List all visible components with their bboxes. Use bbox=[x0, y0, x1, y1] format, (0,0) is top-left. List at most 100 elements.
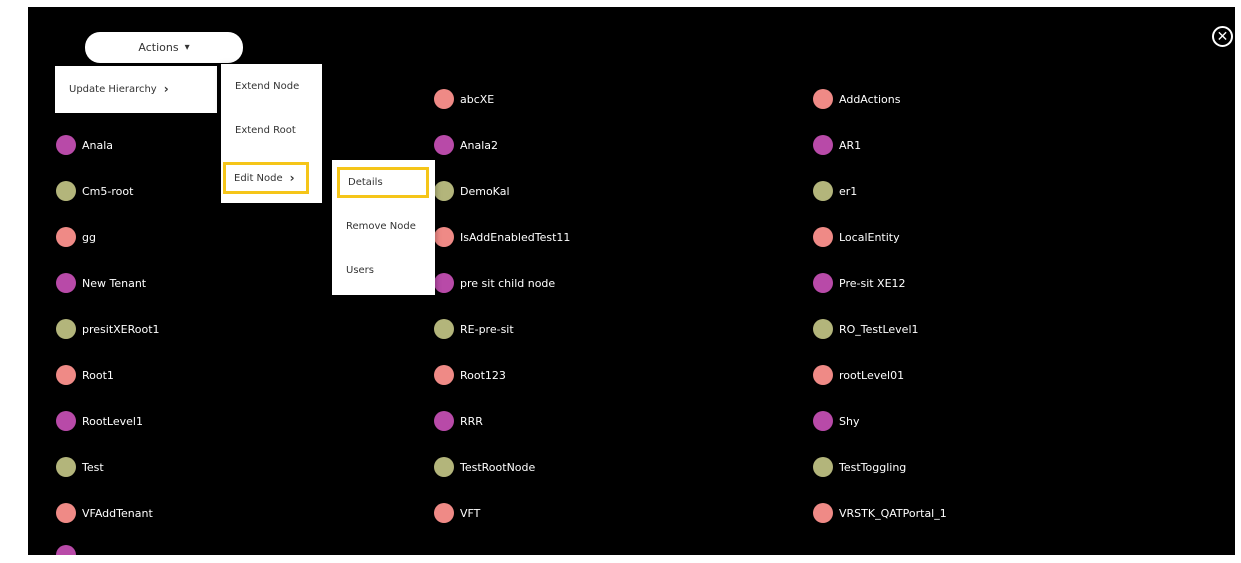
node-item[interactable]: Cm5-root bbox=[56, 181, 133, 201]
node-dot-icon bbox=[56, 503, 76, 523]
node-item[interactable]: VRSTK_QATPortal_1 bbox=[813, 503, 947, 523]
node-dot-icon bbox=[813, 411, 833, 431]
node-label: AR1 bbox=[839, 138, 862, 152]
node-dot-icon bbox=[56, 273, 76, 293]
node-dot-icon bbox=[813, 503, 833, 523]
node-item[interactable]: New Tenant bbox=[56, 273, 146, 293]
node-item[interactable]: VFAddTenant bbox=[56, 503, 153, 523]
actions-button[interactable]: Actions ▾ bbox=[85, 32, 243, 63]
node-label: Root123 bbox=[460, 368, 506, 382]
node-dot-icon bbox=[56, 135, 76, 155]
node-label: RRR bbox=[460, 414, 483, 428]
node-item[interactable]: RE-pre-sit bbox=[434, 319, 514, 339]
node-dot-icon bbox=[813, 89, 833, 109]
node-dot-icon bbox=[434, 135, 454, 155]
chevron-down-icon: ▾ bbox=[184, 42, 190, 53]
actions-label: Actions bbox=[138, 41, 179, 54]
node-item[interactable]: AddActions bbox=[813, 89, 900, 109]
node-dot-icon bbox=[56, 227, 76, 247]
menu-item-users[interactable]: Users bbox=[346, 265, 374, 276]
node-item[interactable]: Root123 bbox=[434, 365, 506, 385]
update-hierarchy-submenu: Extend Node Extend Root Edit Node › bbox=[221, 64, 322, 203]
node-dot-icon bbox=[434, 273, 454, 293]
node-label: RE-pre-sit bbox=[460, 322, 514, 336]
node-item[interactable]: Root1 bbox=[56, 365, 114, 385]
node-dot-icon bbox=[813, 135, 833, 155]
menu-item-details[interactable]: Details bbox=[337, 167, 429, 198]
extend-root-label: Extend Root bbox=[235, 125, 296, 136]
node-item[interactable]: TestRootNode bbox=[434, 457, 535, 477]
node-dot-icon bbox=[56, 319, 76, 339]
node-dot-icon bbox=[434, 503, 454, 523]
node-dot-icon bbox=[434, 411, 454, 431]
users-label: Users bbox=[346, 265, 375, 276]
details-label: Details bbox=[348, 177, 383, 188]
node-dot-icon bbox=[434, 319, 454, 339]
actions-menu: Update Hierarchy › bbox=[55, 66, 217, 113]
menu-item-update-hierarchy[interactable]: Update Hierarchy › bbox=[69, 82, 169, 96]
node-item[interactable]: er1 bbox=[813, 181, 857, 201]
node-dot-icon bbox=[56, 545, 76, 555]
node-label: VFT bbox=[460, 506, 481, 520]
node-label: RO_TestLevel1 bbox=[839, 322, 919, 336]
node-label: abcXE bbox=[460, 92, 495, 106]
node-label: TestToggling bbox=[839, 460, 907, 474]
node-item[interactable]: abcXE bbox=[434, 89, 494, 109]
node-label: pre sit child node bbox=[460, 276, 556, 290]
node-item[interactable]: gg bbox=[56, 227, 96, 247]
node-item-partial[interactable] bbox=[56, 545, 82, 555]
node-dot-icon bbox=[434, 227, 454, 247]
node-dot-icon bbox=[56, 181, 76, 201]
node-item[interactable]: IsAddEnabledTest11 bbox=[434, 227, 570, 247]
hierarchy-panel: Anala Cm5-root gg New Tenant presitXERoot1 Ro… bbox=[28, 7, 1235, 555]
node-label: AddActions bbox=[839, 92, 901, 106]
close-circle-icon[interactable]: ✕ bbox=[1212, 26, 1233, 47]
node-item[interactable]: rootLevel01 bbox=[813, 365, 904, 385]
node-label: VRSTK_QATPortal_1 bbox=[839, 506, 947, 520]
node-label: Anala2 bbox=[460, 138, 499, 152]
node-item[interactable]: Anala2 bbox=[434, 135, 498, 155]
node-item[interactable]: Shy bbox=[813, 411, 859, 431]
node-item[interactable]: Pre-sit XE12 bbox=[813, 273, 906, 293]
node-item[interactable]: RootLevel1 bbox=[56, 411, 143, 431]
node-label: er1 bbox=[839, 184, 858, 198]
node-item[interactable]: RO_TestLevel1 bbox=[813, 319, 919, 339]
chevron-right-icon: › bbox=[289, 171, 295, 185]
node-dot-icon bbox=[434, 457, 454, 477]
node-dot-icon bbox=[56, 411, 76, 431]
node-label: VFAddTenant bbox=[82, 506, 153, 520]
chevron-right-icon: › bbox=[163, 82, 169, 96]
node-label: RootLevel1 bbox=[82, 414, 143, 428]
node-item[interactable]: presitXERoot1 bbox=[56, 319, 160, 339]
menu-item-extend-node[interactable]: Extend Node bbox=[235, 81, 299, 92]
node-label: Shy bbox=[839, 414, 860, 428]
menu-item-extend-root[interactable]: Extend Root bbox=[235, 125, 296, 136]
node-item[interactable]: TestToggling bbox=[813, 457, 906, 477]
node-item[interactable]: Test bbox=[56, 457, 104, 477]
node-dot-icon bbox=[434, 181, 454, 201]
node-item[interactable]: LocalEntity bbox=[813, 227, 900, 247]
node-dot-icon bbox=[813, 365, 833, 385]
node-dot-icon bbox=[813, 273, 833, 293]
node-item[interactable]: DemoKal bbox=[434, 181, 510, 201]
node-label: Cm5-root bbox=[82, 184, 134, 198]
update-hierarchy-label: Update Hierarchy bbox=[69, 83, 157, 95]
edit-node-submenu: Details Remove Node Users bbox=[332, 160, 435, 295]
node-label: IsAddEnabledTest11 bbox=[460, 230, 571, 244]
menu-item-remove-node[interactable]: Remove Node bbox=[346, 221, 416, 232]
node-dot-icon bbox=[434, 89, 454, 109]
edit-node-label: Edit Node bbox=[234, 172, 283, 184]
menu-item-edit-node[interactable]: Edit Node › bbox=[223, 162, 309, 194]
node-item[interactable]: VFT bbox=[434, 503, 480, 523]
node-label: gg bbox=[82, 230, 96, 244]
node-dot-icon bbox=[434, 365, 454, 385]
node-dot-icon bbox=[813, 181, 833, 201]
node-item[interactable]: Anala bbox=[56, 135, 113, 155]
node-item[interactable]: AR1 bbox=[813, 135, 861, 155]
node-dot-icon bbox=[56, 365, 76, 385]
node-label: LocalEntity bbox=[839, 230, 900, 244]
extend-node-label: Extend Node bbox=[235, 81, 300, 92]
node-item[interactable]: RRR bbox=[434, 411, 483, 431]
node-item[interactable]: pre sit child node bbox=[434, 273, 555, 293]
node-label: New Tenant bbox=[82, 276, 147, 290]
